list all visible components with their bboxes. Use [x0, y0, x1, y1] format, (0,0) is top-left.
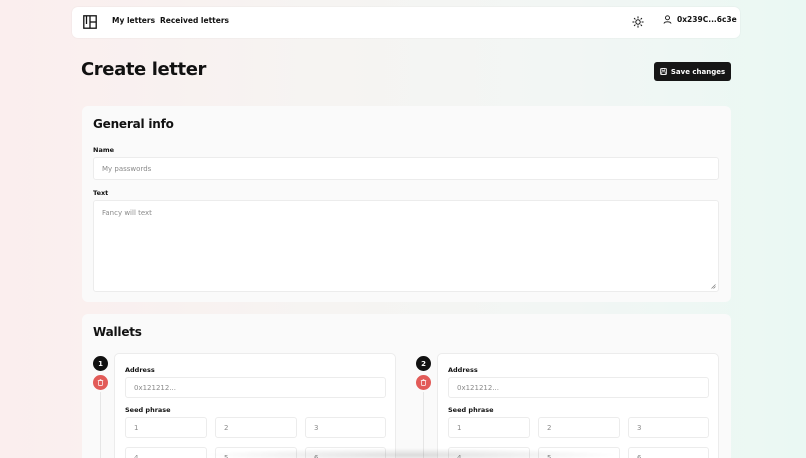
seed-word-input[interactable]: 6 [628, 447, 709, 458]
resize-handle-icon[interactable] [711, 284, 716, 289]
address-input[interactable]: 0x121212... [125, 377, 386, 398]
user-icon [663, 15, 672, 24]
save-icon [659, 68, 667, 75]
wallet-number-badge: 2 [416, 356, 431, 371]
delete-wallet-button[interactable] [93, 375, 108, 390]
delete-wallet-button[interactable] [416, 375, 431, 390]
general-info-card: General info Name My passwords Text Fanc… [82, 106, 731, 302]
wallets-title: Wallets [93, 325, 142, 339]
wallets-card: Wallets 1 Address 0x121212... Seed phras… [82, 314, 731, 458]
nav-my-letters[interactable]: My letters [112, 16, 155, 25]
seed-phrase-label: Seed phrase [448, 406, 494, 414]
seed-word-input[interactable]: 2 [538, 417, 620, 438]
account-address: 0x239C...6c3e [677, 15, 737, 24]
page-title: Create letter [81, 59, 206, 80]
top-nav-bar: My letters Received letters 0x239C...6c3… [72, 7, 740, 38]
account-button[interactable]: 0x239C...6c3e [663, 15, 737, 24]
sun-icon[interactable] [632, 16, 644, 28]
trash-icon [420, 379, 427, 386]
seed-word-input[interactable]: 3 [628, 417, 709, 438]
address-input[interactable]: 0x121212... [448, 377, 709, 398]
seed-word-input[interactable]: 1 [448, 417, 530, 438]
seed-word-input[interactable]: 4 [125, 447, 207, 458]
save-button[interactable]: Save changes [654, 62, 731, 81]
trash-icon [97, 379, 104, 386]
text-placeholder: Fancy will text [102, 209, 152, 217]
save-button-label: Save changes [670, 67, 726, 76]
seed-word-input[interactable]: 1 [125, 417, 207, 438]
seed-word-input[interactable]: 2 [215, 417, 297, 438]
text-textarea[interactable]: Fancy will text [93, 200, 719, 292]
nav-received-letters[interactable]: Received letters [160, 16, 229, 25]
name-input[interactable]: My passwords [93, 157, 719, 180]
seed-word-input[interactable]: 3 [305, 417, 386, 438]
logo-icon[interactable] [83, 15, 97, 29]
wallet-panel: Address 0x121212... Seed phrase 1 2 3 4 … [114, 353, 396, 458]
address-label: Address [125, 366, 155, 374]
address-label: Address [448, 366, 478, 374]
floating-bar-shadow [200, 448, 620, 458]
wallet-divider [100, 392, 101, 458]
name-label: Name [93, 146, 115, 154]
seed-phrase-label: Seed phrase [125, 406, 171, 414]
text-label: Text [93, 189, 109, 197]
wallet-panel: Address 0x121212... Seed phrase 1 2 3 4 … [437, 353, 719, 458]
wallet-number-badge: 1 [93, 356, 108, 371]
general-info-title: General info [93, 117, 174, 131]
